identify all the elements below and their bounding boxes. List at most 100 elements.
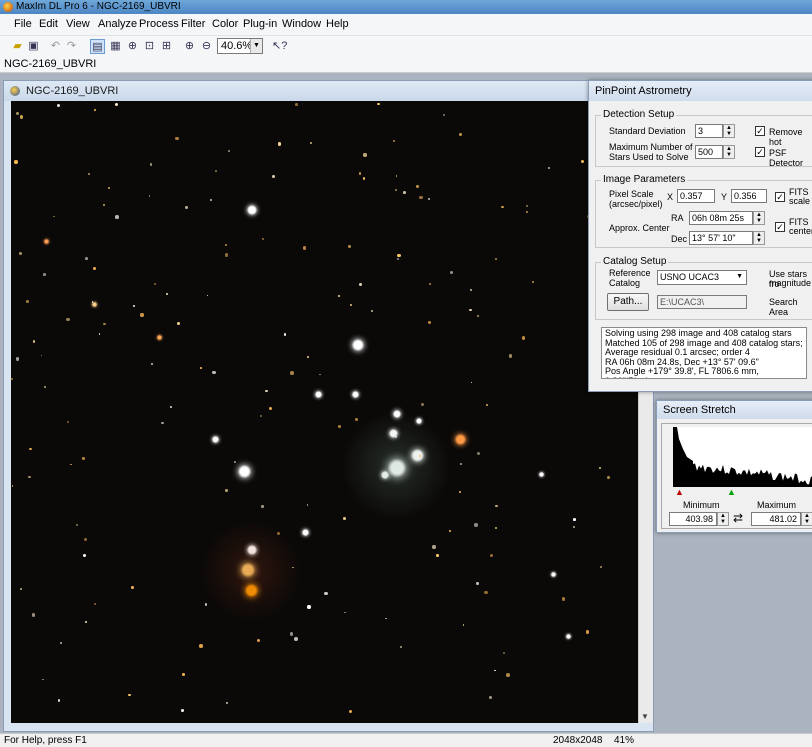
scroll-down-icon[interactable]: ▼	[641, 712, 649, 721]
histogram[interactable]	[673, 427, 812, 487]
pinpoint-title[interactable]: PinPoint Astrometry	[589, 81, 812, 101]
settings-icon[interactable]: ⊞	[159, 39, 174, 54]
max-stars-label-1: Maximum Number of	[609, 142, 693, 152]
faint-star	[562, 597, 566, 601]
dec-field[interactable]: 13° 57' 10"	[689, 231, 753, 245]
faint-star	[103, 322, 106, 325]
ra-field[interactable]: 06h 08m 25s	[689, 211, 753, 225]
std-dev-field[interactable]: 3	[695, 124, 723, 138]
faint-star	[395, 188, 398, 191]
maximum-spinner[interactable]: ▲ ▼	[801, 512, 812, 526]
path-button[interactable]: Path...	[607, 293, 649, 311]
faint-star	[107, 187, 110, 190]
faint-star	[476, 582, 479, 585]
zoom-select[interactable]: 40.6% ▼	[217, 38, 263, 54]
ra-spinner[interactable]: ▲ ▼	[753, 211, 765, 225]
faint-star	[103, 203, 105, 206]
fits-center-checkbox[interactable]: ✓	[775, 222, 785, 232]
graph-icon[interactable]: ⊡	[142, 39, 157, 54]
context-help-icon[interactable]: ↖?	[272, 39, 287, 54]
max-stars-field[interactable]: 500	[695, 145, 723, 159]
menu-color[interactable]: Color	[212, 18, 238, 30]
faint-star	[283, 332, 287, 336]
max-stars-label-2: Stars Used to Solve	[609, 152, 689, 162]
max-stars-spinner[interactable]: ▲ ▼	[723, 145, 735, 159]
faint-star	[165, 292, 169, 295]
faint-star	[377, 103, 380, 106]
faint-star	[85, 620, 87, 623]
faint-star	[295, 103, 298, 106]
faint-star	[306, 504, 309, 507]
faint-star	[31, 613, 36, 617]
swap-icon[interactable]: ⇄	[733, 511, 743, 525]
std-dev-label: Standard Deviation	[609, 126, 686, 136]
fits-scale-checkbox[interactable]: ✓	[775, 192, 785, 202]
crosshair-icon[interactable]: ⊕	[125, 39, 140, 54]
minimum-label: Minimum	[683, 500, 720, 510]
zoom-out-icon[interactable]: ⊖	[199, 39, 214, 54]
menu-plugin[interactable]: Plug-in	[243, 18, 277, 30]
psf-detector-checkbox[interactable]: ✓	[755, 147, 765, 157]
faint-star	[442, 114, 445, 117]
stretch-title[interactable]: Screen Stretch	[657, 401, 812, 419]
open-icon[interactable]: ▰	[10, 39, 25, 54]
maximum-field[interactable]: 481.02	[751, 512, 801, 526]
faint-star	[180, 708, 184, 713]
menu-window[interactable]: Window	[282, 18, 321, 30]
menu-edit[interactable]: Edit	[39, 18, 58, 30]
menu-analyze[interactable]: Analyze	[98, 18, 137, 30]
faint-star	[53, 215, 56, 218]
faint-star	[209, 198, 213, 202]
std-dev-spinner[interactable]: ▲ ▼	[723, 124, 735, 138]
image-window-titlebar[interactable]: NGC-2169_UBVRI	[4, 81, 653, 101]
max-marker-icon[interactable]: ▲	[727, 487, 736, 497]
star	[565, 633, 571, 639]
results-log[interactable]: Solving using 298 image and 408 catalog …	[601, 327, 807, 379]
screen-stretch-icon[interactable]: ▤	[90, 39, 105, 54]
min-marker-icon[interactable]: ▲	[675, 487, 684, 497]
path-field[interactable]: E:\UCAC3\	[657, 295, 747, 309]
ref-catalog-select[interactable]: USNO UCAC3 ▼	[657, 270, 747, 285]
menu-file[interactable]: File	[14, 18, 32, 30]
faint-star	[234, 461, 236, 463]
faint-star	[403, 191, 406, 194]
remove-hot-checkbox[interactable]: ✓	[755, 126, 765, 136]
faint-star	[224, 253, 229, 257]
dec-spinner[interactable]: ▲ ▼	[753, 231, 765, 245]
save-icon[interactable]: ▣	[26, 39, 41, 54]
faint-star	[354, 418, 359, 422]
screen-stretch-dialog: Screen Stretch ▲ ▲ Minimum Maximum 403.9…	[656, 400, 812, 533]
faint-star	[525, 204, 528, 207]
undo-icon[interactable]: ↶	[48, 39, 63, 54]
star	[156, 334, 162, 340]
faint-star	[75, 523, 79, 526]
redo-icon[interactable]: ↷	[64, 39, 79, 54]
status-help: For Help, press F1	[4, 735, 87, 746]
faint-star	[293, 637, 298, 642]
info-window-icon[interactable]: ▦	[108, 39, 123, 54]
pixel-scale-label-2: (arcsec/pixel)	[609, 199, 663, 209]
faint-star	[289, 632, 294, 636]
image-canvas[interactable]	[11, 101, 638, 723]
pixel-scale-y-field[interactable]: 0.356	[731, 189, 767, 203]
menu-help[interactable]: Help	[326, 18, 349, 30]
tab-ngc-2169[interactable]: NGC-2169_UBVRI	[4, 58, 96, 70]
menu-process[interactable]: Process	[139, 18, 179, 30]
faint-star	[370, 310, 373, 313]
faint-star	[15, 357, 20, 361]
faint-star	[384, 617, 387, 620]
pixel-scale-label-1: Pixel Scale	[609, 189, 654, 199]
faint-star	[67, 420, 70, 423]
faint-star	[348, 709, 353, 714]
pixel-scale-x-field[interactable]: 0.357	[677, 189, 715, 203]
minimum-spinner[interactable]: ▲ ▼	[717, 512, 729, 526]
menu-filter[interactable]: Filter	[181, 18, 205, 30]
faint-star	[228, 149, 231, 153]
minimum-field[interactable]: 403.98	[669, 512, 717, 526]
faint-star	[32, 340, 36, 343]
menu-view[interactable]: View	[66, 18, 90, 30]
faint-star	[212, 370, 217, 375]
faint-star	[525, 210, 529, 214]
zoom-in-icon[interactable]: ⊕	[182, 39, 197, 54]
faint-star	[508, 354, 513, 358]
